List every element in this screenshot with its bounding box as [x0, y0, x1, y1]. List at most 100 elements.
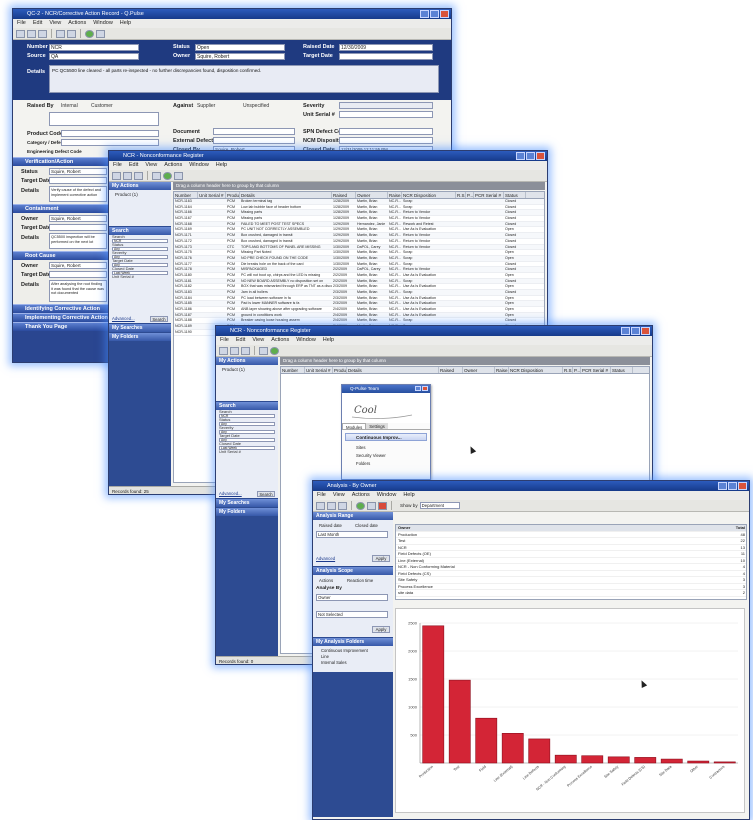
- chart-bar[interactable]: [634, 757, 657, 764]
- new-icon[interactable]: [316, 501, 325, 510]
- chart-bar[interactable]: [501, 733, 524, 764]
- open-icon[interactable]: [230, 346, 239, 355]
- column-header[interactable]: Details: [347, 367, 439, 373]
- chart-bar[interactable]: [554, 754, 577, 764]
- chart-bar[interactable]: [687, 760, 710, 764]
- search-icon[interactable]: [67, 29, 76, 38]
- advanced-link[interactable]: Advanced: [316, 556, 335, 561]
- my-actions-header[interactable]: My Actions: [216, 357, 278, 365]
- column-header[interactable]: PCR Serial #: [474, 192, 504, 198]
- analyse-by-select[interactable]: Owner: [316, 594, 388, 601]
- show-by-select[interactable]: Department: [419, 502, 460, 509]
- popup-close-icon[interactable]: [422, 386, 428, 391]
- verification-details-field[interactable]: Verify cause of the defect and implement…: [49, 186, 107, 202]
- menu-help[interactable]: Help: [403, 491, 414, 500]
- print-icon[interactable]: [338, 501, 347, 510]
- ncm-field[interactable]: [339, 137, 433, 144]
- column-header[interactable]: P...: [573, 367, 581, 373]
- menu-edit[interactable]: Edit: [129, 161, 138, 170]
- internal-radio[interactable]: Internal: [61, 103, 78, 109]
- raised-by-field[interactable]: [49, 112, 159, 126]
- popup-item-folders[interactable]: Folders: [342, 460, 430, 468]
- owner-field[interactable]: Squire, Robert: [195, 53, 285, 60]
- details-textarea[interactable]: PC QC5500 line cleared - all parts re-in…: [49, 65, 439, 93]
- tab-modules[interactable]: Modules: [342, 423, 367, 430]
- column-header[interactable]: Raised: [332, 192, 356, 198]
- group-by-bar[interactable]: Drag a column header here to group by th…: [280, 357, 650, 365]
- column-header[interactable]: Owner: [463, 367, 495, 373]
- title-bar[interactable]: NCR - Nonconformance Register: [109, 151, 547, 161]
- export-icon[interactable]: [174, 171, 183, 180]
- customer-radio[interactable]: Customer: [91, 103, 113, 109]
- column-header[interactable]: Produ...: [333, 367, 347, 373]
- menu-view[interactable]: View: [252, 336, 264, 345]
- popup-item-security[interactable]: Security Viewer: [342, 452, 430, 460]
- minimize-icon[interactable]: [621, 327, 630, 335]
- print-icon[interactable]: [241, 346, 250, 355]
- save-icon[interactable]: [27, 29, 36, 38]
- menu-actions[interactable]: Actions: [352, 491, 370, 500]
- my-actions-item[interactable]: Product (1): [216, 365, 278, 401]
- external-ref-field[interactable]: [213, 137, 295, 144]
- root-cause-section-header[interactable]: Root Cause: [13, 251, 113, 260]
- menu-view[interactable]: View: [333, 491, 345, 500]
- implementing-corrective-action-header[interactable]: Implementing Corrective Action: [13, 313, 113, 322]
- continuous-improvement-item[interactable]: Continuous Improv...: [345, 433, 427, 441]
- popup-title-bar[interactable]: Q-Pulse Team: [342, 385, 430, 393]
- column-header[interactable]: NCR Disposition: [402, 192, 456, 198]
- my-searches-header[interactable]: My Searches: [216, 499, 278, 507]
- thank-you-page-header[interactable]: Thank You Page: [13, 322, 113, 331]
- chart-bar[interactable]: [660, 758, 683, 764]
- source-field[interactable]: QA: [49, 53, 139, 60]
- export-icon[interactable]: [367, 501, 376, 510]
- my-searches-header[interactable]: My Searches: [109, 324, 171, 332]
- column-header[interactable]: R.S.: [456, 192, 466, 198]
- print-icon[interactable]: [38, 29, 47, 38]
- column-header[interactable]: PCR Serial #: [581, 367, 611, 373]
- raised-date-radio[interactable]: Raised date: [319, 523, 342, 528]
- column-header[interactable]: Number: [281, 367, 305, 373]
- refresh-icon[interactable]: [356, 501, 365, 510]
- verification-status-field[interactable]: Squire, Robert: [49, 168, 107, 175]
- menu-file[interactable]: File: [17, 19, 26, 28]
- root-cause-target-field[interactable]: [49, 271, 107, 278]
- search-button[interactable]: Search: [150, 316, 168, 322]
- column-header[interactable]: Owner: [356, 192, 388, 198]
- sub-analyse-select[interactable]: Not Selected: [316, 611, 388, 618]
- column-header[interactable]: Status: [504, 192, 526, 198]
- chart-bar[interactable]: [713, 761, 736, 764]
- menu-file[interactable]: File: [317, 491, 326, 500]
- column-header[interactable]: NCR Disposition: [509, 367, 563, 373]
- maximize-icon[interactable]: [526, 152, 535, 160]
- new-icon[interactable]: [112, 171, 121, 180]
- list-item[interactable]: site data 2: [396, 590, 746, 597]
- folder-internal-sales[interactable]: Internal Sales: [321, 660, 385, 666]
- popup-item-sites[interactable]: Sites: [342, 444, 430, 452]
- scope-actions-radio[interactable]: Actions: [319, 578, 333, 583]
- analysis-range-header[interactable]: Analysis Range: [313, 512, 393, 520]
- column-header[interactable]: P...: [466, 192, 474, 198]
- attach-icon[interactable]: [56, 29, 65, 38]
- product-code-field[interactable]: [61, 130, 159, 137]
- document-field[interactable]: [213, 128, 295, 135]
- root-cause-owner-field[interactable]: Squire, Robert: [49, 262, 107, 269]
- close-icon[interactable]: [641, 327, 650, 335]
- my-folders-header[interactable]: My Folders: [216, 508, 278, 516]
- chart-bar[interactable]: [607, 756, 630, 764]
- identifying-corrective-action-header[interactable]: Identifying Corrective Action: [13, 304, 113, 313]
- column-header[interactable]: Unit Serial #: [305, 367, 333, 373]
- column-header[interactable]: Status: [611, 367, 633, 373]
- verification-section-header[interactable]: Verification/Action: [13, 157, 113, 166]
- menu-actions[interactable]: Actions: [164, 161, 182, 170]
- column-header[interactable]: Number: [174, 192, 198, 198]
- category-field[interactable]: [61, 139, 159, 146]
- menu-window[interactable]: Window: [296, 336, 316, 345]
- unit-serial-field[interactable]: [339, 111, 433, 118]
- tab-settings[interactable]: Settings: [366, 423, 388, 429]
- open-icon[interactable]: [123, 171, 132, 180]
- verification-target-field[interactable]: [49, 177, 107, 184]
- root-cause-details-field[interactable]: After analysing the root finding it was …: [49, 280, 107, 302]
- menu-actions[interactable]: Actions: [68, 19, 86, 28]
- closed-date-radio[interactable]: Closed date: [355, 523, 378, 528]
- my-actions-header[interactable]: My Actions: [109, 182, 171, 190]
